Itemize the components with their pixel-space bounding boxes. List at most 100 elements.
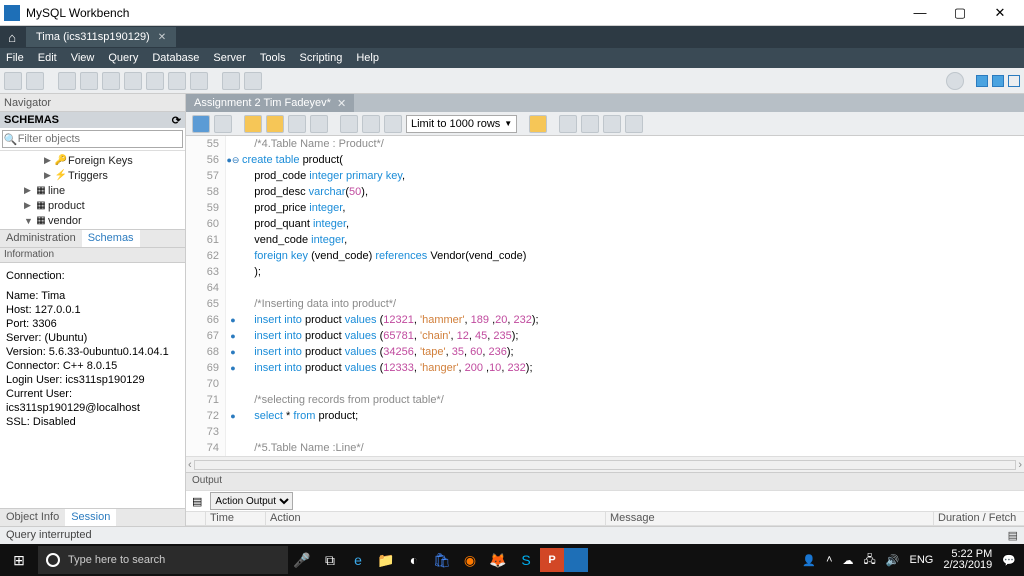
status-text: Query interrupted xyxy=(6,529,92,542)
toolbar-icon[interactable] xyxy=(4,72,22,90)
pane-toggle-bottom-icon[interactable] xyxy=(992,75,1004,87)
firefox-icon[interactable]: 🦊 xyxy=(484,546,512,574)
beautify-icon[interactable] xyxy=(559,115,577,133)
filter-objects: 🔍 xyxy=(0,128,185,151)
schemas-label: SCHEMAS xyxy=(4,114,59,126)
col-action[interactable]: Action xyxy=(266,512,606,525)
status-right-icon[interactable]: ▤ xyxy=(1008,529,1018,542)
execute-current-icon[interactable] xyxy=(266,115,284,133)
maximize-button[interactable]: ▢ xyxy=(940,5,980,21)
powerpoint-icon[interactable]: P xyxy=(540,548,564,572)
taskbar-clock[interactable]: 5:22 PM 2/23/2019 xyxy=(943,549,992,571)
toolbar-icon[interactable] xyxy=(168,72,186,90)
pane-toggle-right-icon[interactable] xyxy=(1008,75,1020,87)
toolbar-icon[interactable] xyxy=(384,115,402,133)
mic-icon[interactable]: 🎤 xyxy=(288,546,316,574)
toolbar-icon[interactable] xyxy=(80,72,98,90)
menu-query[interactable]: Query xyxy=(108,52,138,64)
tab-schemas[interactable]: Schemas xyxy=(82,230,140,247)
close-editor-tab-icon[interactable]: ✕ xyxy=(337,97,346,110)
horizontal-scrollbar[interactable]: ‹› xyxy=(186,456,1024,472)
taskbar-search[interactable]: Type here to search xyxy=(38,546,288,574)
tray-people-icon[interactable]: 👤 xyxy=(802,554,816,567)
explain-icon[interactable] xyxy=(288,115,306,133)
open-file-icon[interactable] xyxy=(192,115,210,133)
explorer-icon[interactable]: 📁 xyxy=(372,546,400,574)
toolbar-icon[interactable] xyxy=(124,72,142,90)
close-tab-icon[interactable]: ✕ xyxy=(158,32,166,43)
skype-icon[interactable]: S xyxy=(512,546,540,574)
search-icon[interactable] xyxy=(581,115,599,133)
tree-table-product[interactable]: product xyxy=(48,200,85,212)
menu-edit[interactable]: Edit xyxy=(38,52,57,64)
edge-icon[interactable]: e xyxy=(344,546,372,574)
execute-icon[interactable] xyxy=(244,115,262,133)
row-limit-dropdown[interactable]: Limit to 1000 rows ▼ xyxy=(406,115,517,133)
tab-object-info[interactable]: Object Info xyxy=(0,509,65,526)
tree-foreign-keys[interactable]: Foreign Keys xyxy=(68,155,133,167)
tray-volume-icon[interactable]: 🔊 xyxy=(886,554,900,567)
tab-session[interactable]: Session xyxy=(65,509,116,526)
schema-tree[interactable]: ▶🔑Foreign Keys ▶⚡Triggers ▶▦line ▶▦produ… xyxy=(0,151,185,229)
save-icon[interactable] xyxy=(214,115,232,133)
minimize-button[interactable]: — xyxy=(900,5,940,20)
tab-administration[interactable]: Administration xyxy=(0,230,82,247)
app-icon[interactable]: ◉ xyxy=(456,546,484,574)
editor-tab[interactable]: Assignment 2 Tim Fadeyev* ✕ xyxy=(186,94,354,112)
connection-tab-label: Tima (ics311sp190129) xyxy=(36,31,150,43)
menu-help[interactable]: Help xyxy=(356,52,379,64)
settings-icon[interactable] xyxy=(946,72,964,90)
tree-table-line[interactable]: line xyxy=(48,185,65,197)
pane-toggle-left-icon[interactable] xyxy=(976,75,988,87)
sql-editor[interactable]: 55 /*4.Table Name : Product*/56●⊖create … xyxy=(186,136,1024,456)
notifications-icon[interactable]: 💬 xyxy=(1002,554,1016,567)
col-time[interactable]: Time xyxy=(206,512,266,525)
tray-lang[interactable]: ENG xyxy=(910,554,934,566)
toolbar-icon[interactable] xyxy=(244,72,262,90)
toolbar-icon[interactable] xyxy=(529,115,547,133)
output-sheet-icon[interactable]: ▤ xyxy=(192,495,202,508)
tray-chevron-icon[interactable]: ˄ xyxy=(826,554,832,566)
info-name: Name: Tima xyxy=(6,289,179,303)
toolbar-icon[interactable] xyxy=(362,115,380,133)
toolbar-icon[interactable] xyxy=(146,72,164,90)
tray-network-icon[interactable]: 🖧 xyxy=(864,551,876,570)
store-icon[interactable]: 🛍 xyxy=(428,546,456,574)
tree-triggers[interactable]: Triggers xyxy=(68,170,108,182)
toolbar-icon[interactable] xyxy=(26,72,44,90)
filter-input[interactable] xyxy=(18,133,182,145)
home-icon[interactable]: ⌂ xyxy=(0,26,24,48)
menu-view[interactable]: View xyxy=(71,52,95,64)
workbench-taskbar-icon[interactable] xyxy=(564,548,588,572)
refresh-icon[interactable]: ⟳ xyxy=(172,114,181,127)
toolbar-icon[interactable] xyxy=(603,115,621,133)
toolbar-icon[interactable] xyxy=(102,72,120,90)
toolbar-icon[interactable] xyxy=(625,115,643,133)
menu-server[interactable]: Server xyxy=(213,52,245,64)
menu-database[interactable]: Database xyxy=(152,52,199,64)
tree-table-vendor[interactable]: vendor xyxy=(48,215,82,227)
info-connector: Connector: C++ 8.0.15 xyxy=(6,359,179,373)
schemas-header: SCHEMAS ⟳ xyxy=(0,112,185,128)
close-button[interactable]: ✕ xyxy=(980,5,1020,21)
navigator-panel: Navigator SCHEMAS ⟳ 🔍 ▶🔑Foreign Keys ▶⚡T… xyxy=(0,94,186,526)
navigator-tabs: Administration Schemas xyxy=(0,229,185,247)
navigator-header: Navigator xyxy=(0,94,185,112)
start-button[interactable]: ⊞ xyxy=(0,544,38,576)
col-message[interactable]: Message xyxy=(606,512,934,525)
col-duration[interactable]: Duration / Fetch xyxy=(934,512,1024,525)
menu-file[interactable]: File xyxy=(6,52,24,64)
toolbar-icon[interactable] xyxy=(340,115,358,133)
chrome-icon[interactable]: ◐ xyxy=(400,546,428,574)
toolbar-icon[interactable] xyxy=(190,72,208,90)
toolbar-icon[interactable] xyxy=(58,72,76,90)
output-type-dropdown[interactable]: Action Output xyxy=(210,492,293,510)
stop-icon[interactable] xyxy=(310,115,328,133)
toolbar-icon[interactable] xyxy=(222,72,240,90)
menu-tools[interactable]: Tools xyxy=(260,52,286,64)
task-view-icon[interactable]: ⧉ xyxy=(316,546,344,574)
tray-cloud-icon[interactable]: ☁ xyxy=(843,554,854,567)
search-icon: 🔍 xyxy=(3,133,18,146)
menu-scripting[interactable]: Scripting xyxy=(300,52,343,64)
connection-tab[interactable]: Tima (ics311sp190129) ✕ xyxy=(26,27,176,47)
